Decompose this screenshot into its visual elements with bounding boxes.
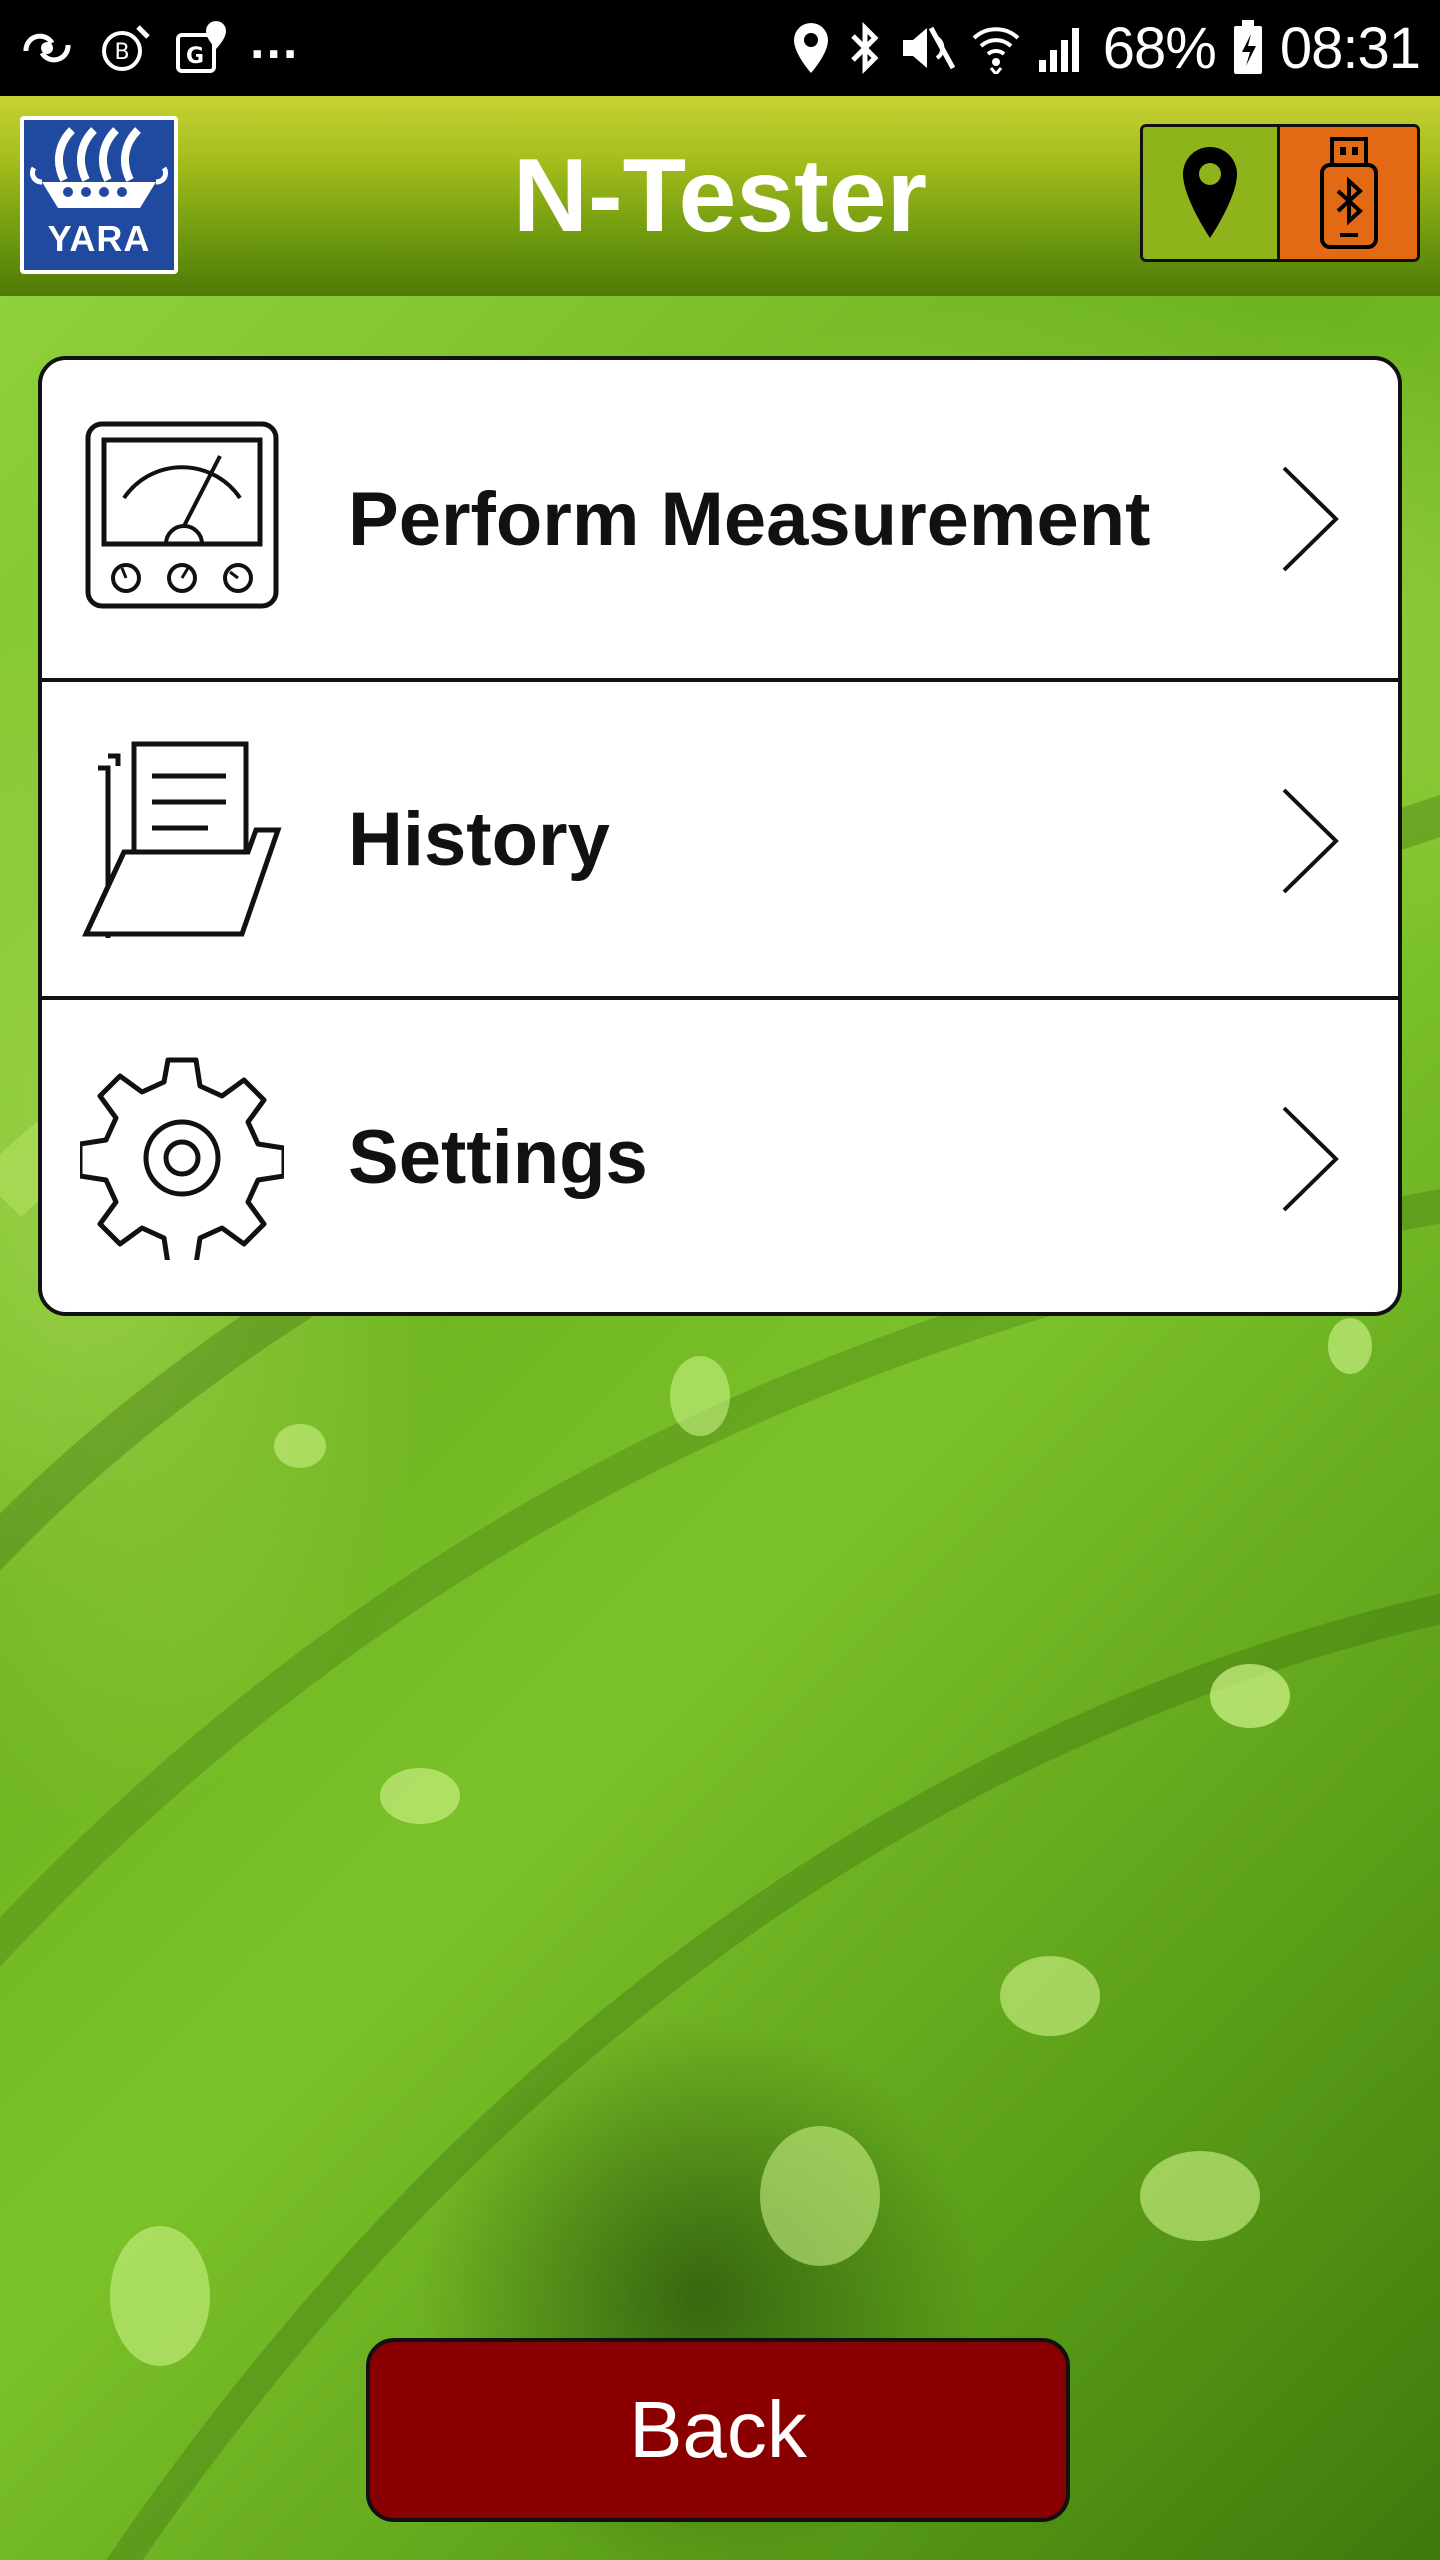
wifi-icon	[971, 22, 1021, 74]
folder-documents-icon	[82, 741, 282, 938]
location-button[interactable]	[1143, 127, 1280, 259]
app-header: YARA N-Tester	[0, 96, 1440, 296]
status-bar: B G ... 68% 08:31	[0, 0, 1440, 96]
location-pin-icon	[1183, 147, 1237, 238]
menu-item-label: History	[348, 796, 610, 882]
bluetooth-usb-icon	[1319, 137, 1378, 249]
svg-text:G: G	[186, 44, 204, 69]
bluetooth-device-button[interactable]	[1280, 127, 1417, 259]
gauge-meter-icon	[85, 421, 279, 609]
logo-text: YARA	[47, 218, 151, 259]
back-button[interactable]: Back	[366, 2338, 1070, 2522]
bluetooth-icon	[847, 20, 883, 76]
header-button-group	[1140, 124, 1420, 262]
menu-item-settings[interactable]: Settings	[42, 996, 1398, 1312]
app-title: N-Tester	[512, 138, 928, 254]
menu-item-label: Perform Measurement	[348, 476, 1151, 562]
chevron-right-icon	[1282, 466, 1339, 572]
bitcoin-icon: B	[98, 21, 152, 75]
gps-map-icon: G	[174, 19, 228, 77]
mute-icon	[899, 22, 955, 74]
menu-item-history[interactable]: History	[42, 678, 1398, 996]
chevron-right-icon	[1282, 1106, 1339, 1212]
location-pin-icon	[791, 21, 831, 75]
battery-percent: 68%	[1102, 15, 1217, 81]
chevron-right-icon	[1282, 788, 1339, 894]
yara-logo: YARA	[20, 116, 178, 274]
battery-charging-icon	[1232, 20, 1264, 76]
gear-icon	[80, 1057, 284, 1260]
signal-icon	[1037, 22, 1087, 74]
sync-icon	[18, 23, 76, 73]
clock: 08:31	[1279, 15, 1421, 81]
main-menu: Perform Measurement History Settings	[38, 356, 1402, 1316]
menu-item-label: Settings	[348, 1114, 648, 1200]
svg-text:B: B	[114, 40, 129, 65]
more-notifications: ...	[250, 12, 300, 70]
menu-item-perform-measurement[interactable]: Perform Measurement	[42, 360, 1398, 678]
viking-ship-icon	[29, 127, 169, 208]
